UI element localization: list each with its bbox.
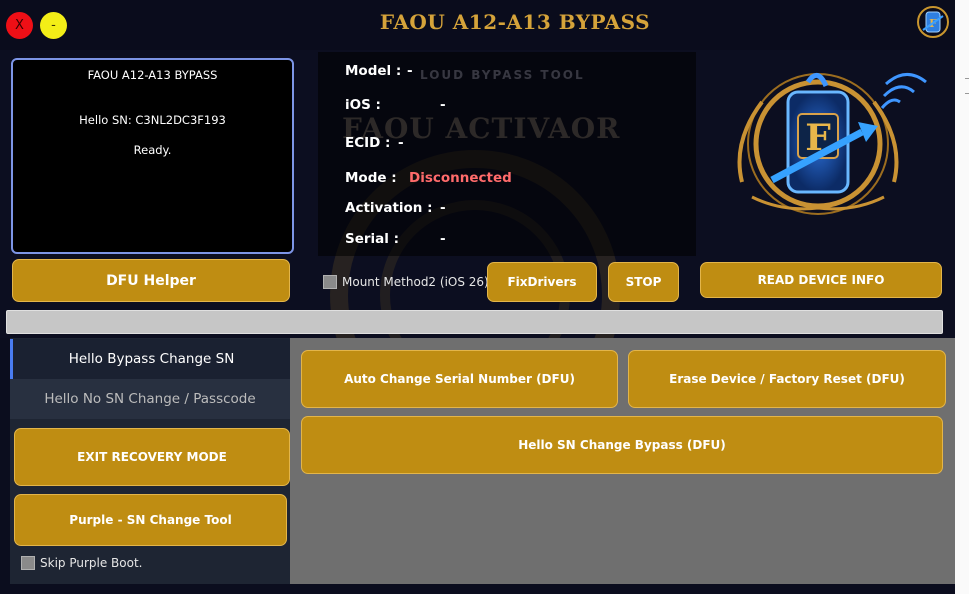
- window-bottom-border: [0, 584, 955, 594]
- stop-button[interactable]: STOP: [608, 262, 679, 302]
- hello-sn-change-bypass-button[interactable]: Hello SN Change Bypass (DFU): [301, 416, 943, 474]
- ecid-value: -: [398, 135, 404, 151]
- fix-drivers-button[interactable]: FixDrivers: [487, 262, 597, 302]
- mode-value: Disconnected: [409, 170, 512, 186]
- info-watermark-top: LOUD BYPASS TOOL: [420, 68, 585, 82]
- read-device-info-button[interactable]: READ DEVICE INFO: [700, 262, 942, 298]
- purple-sn-change-button[interactable]: Purple - SN Change Tool: [14, 494, 287, 546]
- strip-tick: [965, 78, 969, 79]
- title-bar: X - FAOU A12-A13 BYPASS F: [0, 0, 955, 50]
- auto-change-serial-button[interactable]: Auto Change Serial Number (DFU): [301, 350, 618, 408]
- checkbox-box[interactable]: [323, 275, 337, 289]
- mode-label: Mode :: [345, 170, 397, 186]
- exit-recovery-button[interactable]: EXIT RECOVERY MODE: [14, 428, 290, 486]
- skip-purple-boot-checkbox[interactable]: Skip Purple Boot.: [21, 556, 142, 570]
- strip-tick: [965, 93, 969, 94]
- background-strip: [955, 0, 969, 594]
- mount-method-label: Mount Method2 (iOS 26): [342, 275, 489, 289]
- mount-method-checkbox[interactable]: Mount Method2 (iOS 26): [323, 275, 489, 289]
- log-output: FAOU A12-A13 BYPASS Hello SN: C3NL2DC3F1…: [11, 58, 294, 254]
- skip-purple-boot-label: Skip Purple Boot.: [40, 556, 143, 570]
- tab-hello-bypass-change-sn[interactable]: Hello Bypass Change SN: [10, 339, 290, 379]
- checkbox-box[interactable]: [21, 556, 35, 570]
- dfu-helper-button[interactable]: DFU Helper: [12, 259, 290, 302]
- log-line: Hello SN: C3NL2DC3F193: [79, 113, 226, 127]
- device-info-panel: [318, 52, 696, 256]
- log-line: Ready.: [133, 143, 172, 157]
- activation-label: Activation :: [345, 200, 433, 216]
- model-value: -: [407, 63, 413, 79]
- ios-value: -: [440, 97, 446, 113]
- app-logo-icon: F: [917, 6, 949, 38]
- log-line: FAOU A12-A13 BYPASS: [87, 68, 218, 82]
- ios-label: iOS :: [345, 97, 381, 113]
- brand-logo-icon: F: [737, 73, 927, 215]
- serial-value: -: [440, 231, 446, 247]
- activation-value: -: [440, 200, 446, 216]
- tab-hello-no-sn-change[interactable]: Hello No SN Change / Passcode: [10, 379, 290, 419]
- progress-bar: [6, 310, 943, 334]
- app-window: X - FAOU A12-A13 BYPASS F FAOU A12-A13 B…: [0, 0, 955, 594]
- app-title: FAOU A12-A13 BYPASS: [379, 10, 651, 34]
- erase-device-button[interactable]: Erase Device / Factory Reset (DFU): [628, 350, 946, 408]
- serial-label: Serial :: [345, 231, 399, 247]
- ecid-label: ECID :: [345, 135, 391, 151]
- model-label: Model :: [345, 63, 402, 79]
